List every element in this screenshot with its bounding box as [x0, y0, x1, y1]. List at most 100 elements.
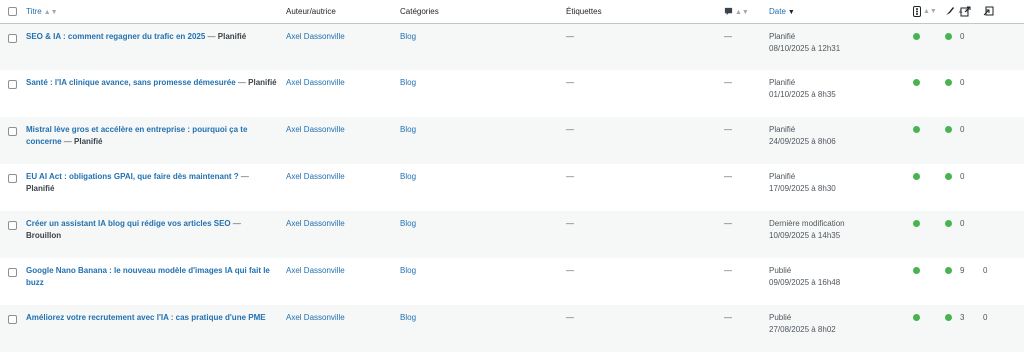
- readability-dot: [945, 314, 952, 321]
- sort-arrows-icon: ▲▼: [43, 8, 58, 16]
- row-checkbox[interactable]: [8, 33, 17, 43]
- post-tags: —: [566, 313, 574, 322]
- post-comments: —: [724, 78, 732, 87]
- column-outgoing-links[interactable]: [956, 0, 979, 23]
- column-readability[interactable]: ▲▼: [941, 0, 971, 23]
- post-author-link[interactable]: Axel Dassonville: [282, 211, 396, 258]
- post-tags: —: [566, 31, 574, 41]
- readability-cell: [941, 70, 956, 117]
- readability-dot: [945, 126, 952, 133]
- seo-score-cell: [909, 23, 941, 70]
- row-select-cell: [0, 305, 22, 352]
- date-value: 10/09/2025 à 14h35: [769, 231, 841, 240]
- date-value: 24/09/2025 à 8h06: [769, 137, 836, 146]
- row-checkbox[interactable]: [8, 127, 17, 137]
- row-checkbox[interactable]: [8, 268, 17, 278]
- incoming-links-count: [979, 117, 999, 164]
- post-author-link[interactable]: Axel Dassonville: [282, 305, 396, 352]
- post-comments: —: [724, 266, 732, 275]
- post-title-link[interactable]: Créer un assistant IA blog qui rédige vo…: [26, 219, 231, 228]
- post-title-cell: SEO & IA : comment regagner du trafic en…: [22, 23, 282, 70]
- post-title-link[interactable]: SEO & IA : comment regagner du trafic en…: [26, 32, 205, 41]
- readability-dot: [945, 267, 952, 274]
- row-spacer: [999, 164, 1024, 211]
- date-status: Dernière modification: [769, 219, 845, 228]
- date-sort-link[interactable]: Date: [769, 7, 786, 16]
- outgoing-links-count: 0: [960, 172, 965, 181]
- row-spacer: [999, 305, 1024, 352]
- incoming-links-count: 0: [983, 266, 988, 275]
- post-author-link[interactable]: Axel Dassonville: [282, 258, 396, 305]
- post-tags: —: [566, 266, 574, 275]
- date-value: 17/09/2025 à 8h30: [769, 184, 836, 193]
- seo-score-dot: [913, 267, 920, 274]
- post-category-link[interactable]: Blog: [396, 23, 562, 70]
- post-title-cell: Santé : l'IA clinique avance, sans prome…: [22, 70, 282, 117]
- row-checkbox[interactable]: [8, 80, 17, 90]
- column-incoming-links[interactable]: [979, 0, 999, 23]
- table-row: Santé : l'IA clinique avance, sans prome…: [0, 70, 1024, 117]
- row-checkbox[interactable]: [8, 315, 17, 325]
- row-select-cell: [0, 164, 22, 211]
- readability-cell: [941, 258, 956, 305]
- post-comments: —: [724, 125, 732, 134]
- seo-score-dot: [913, 79, 920, 86]
- post-state: Planifié: [74, 137, 103, 146]
- column-comments[interactable]: ▲▼: [720, 0, 765, 23]
- post-comments: —: [724, 313, 732, 322]
- outgoing-links-count: 3: [960, 313, 965, 322]
- post-title-link[interactable]: Améliorez votre recrutement avec l'IA : …: [26, 313, 266, 322]
- state-separator: —: [61, 137, 75, 146]
- seo-score-dot: [913, 126, 920, 133]
- seo-score-dot: [913, 173, 920, 180]
- post-tags: —: [566, 78, 574, 87]
- column-seo-score[interactable]: ▲▼: [909, 0, 941, 23]
- post-date: Dernière modification 10/09/2025 à 14h35: [765, 211, 909, 258]
- outgoing-links-count: 0: [960, 78, 965, 87]
- post-category-link[interactable]: Blog: [396, 164, 562, 211]
- row-spacer: [999, 211, 1024, 258]
- outgoing-links-count: 9: [960, 266, 965, 275]
- table-row: SEO & IA : comment regagner du trafic en…: [0, 23, 1024, 70]
- select-all-checkbox[interactable]: [8, 6, 17, 16]
- row-select-cell: [0, 117, 22, 164]
- post-date: Planifié 17/09/2025 à 8h30: [765, 164, 909, 211]
- date-value: 08/10/2025 à 12h31: [769, 43, 841, 53]
- row-select-cell: [0, 70, 22, 117]
- date-status: Planifié: [769, 31, 796, 41]
- incoming-links-count: [979, 164, 999, 211]
- post-category-link[interactable]: Blog: [396, 258, 562, 305]
- post-category-link[interactable]: Blog: [396, 211, 562, 258]
- post-date: Planifié 01/10/2025 à 8h35: [765, 70, 909, 117]
- readability-dot: [945, 220, 952, 227]
- post-author-link[interactable]: Axel Dassonville: [282, 117, 396, 164]
- post-state: Brouillon: [26, 231, 62, 240]
- post-title-link[interactable]: Santé : l'IA clinique avance, sans prome…: [26, 78, 236, 87]
- post-author-link[interactable]: Axel Dassonville: [282, 164, 396, 211]
- table-row: Créer un assistant IA blog qui rédige vo…: [0, 211, 1024, 258]
- post-title-link[interactable]: EU AI Act : obligations GPAI, que faire …: [26, 172, 239, 181]
- seo-score-dot: [913, 32, 920, 40]
- row-checkbox[interactable]: [8, 221, 17, 231]
- post-date: Planifié 24/09/2025 à 8h06: [765, 117, 909, 164]
- column-date[interactable]: Date ▼: [765, 0, 909, 23]
- post-author-link[interactable]: Axel Dassonville: [282, 70, 396, 117]
- post-state: Planifié: [217, 31, 247, 41]
- row-spacer: [999, 117, 1024, 164]
- posts-list: SEO & IA : comment regagner du trafic en…: [0, 23, 1024, 352]
- readability-cell: [941, 23, 956, 70]
- post-title-link[interactable]: Google Nano Banana : le nouveau modèle d…: [26, 266, 270, 287]
- post-category-link[interactable]: Blog: [396, 70, 562, 117]
- outgoing-links-icon: [960, 6, 971, 17]
- row-checkbox[interactable]: [8, 174, 17, 184]
- title-sort-link[interactable]: Titre: [26, 7, 42, 16]
- state-separator: —: [230, 219, 241, 228]
- post-author-link[interactable]: Axel Dassonville: [282, 23, 396, 70]
- post-category-link[interactable]: Blog: [396, 305, 562, 352]
- table-header-row: Titre ▲▼ Auteur/autrice Catégories Étique…: [0, 0, 1024, 23]
- post-category-link[interactable]: Blog: [396, 117, 562, 164]
- row-select-cell: [0, 258, 22, 305]
- post-tags: —: [566, 172, 574, 181]
- post-title-link[interactable]: Mistral lève gros et accélère en entrepr…: [26, 125, 247, 146]
- column-title[interactable]: Titre ▲▼: [22, 0, 282, 23]
